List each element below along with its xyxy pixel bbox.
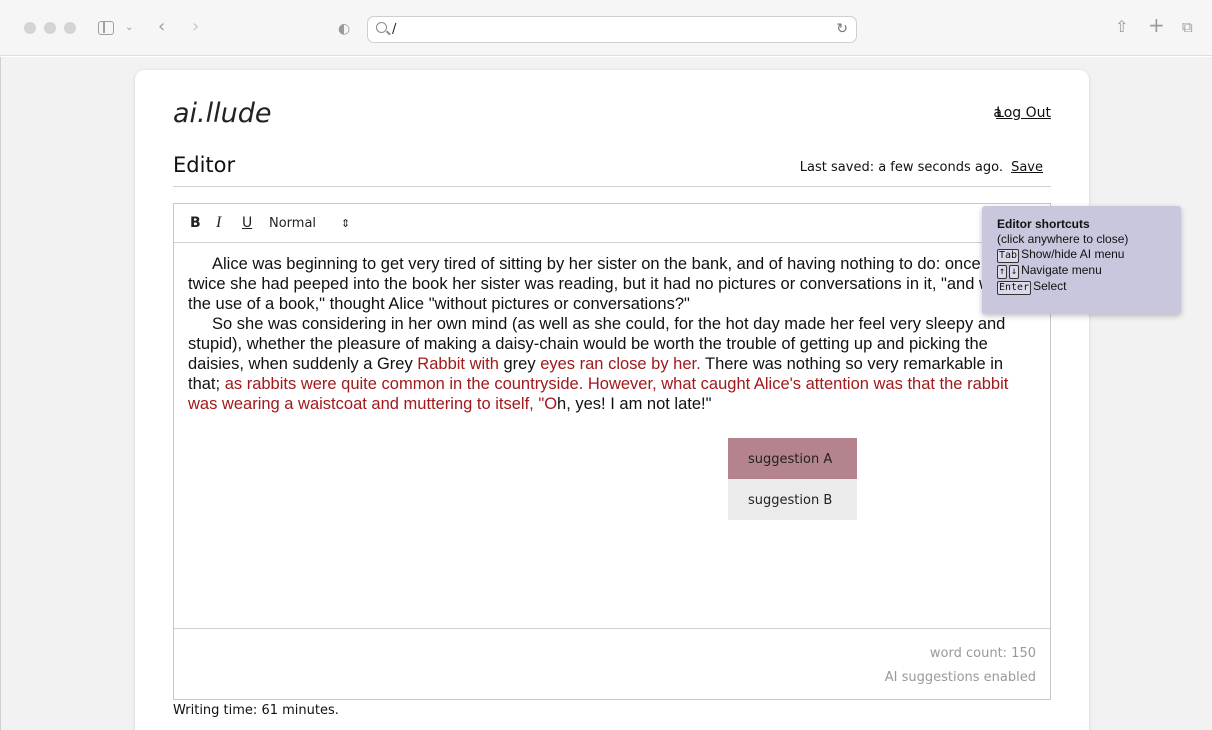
zoom-window-icon[interactable]: [64, 22, 76, 34]
editor-text-area[interactable]: Alice was beginning to get very tired of…: [188, 254, 1038, 414]
shortcut-row: ↑ ↓ Navigate menu: [997, 263, 1181, 279]
bold-button[interactable]: B: [190, 215, 201, 231]
paragraph-2: So she was considering in her own mind (…: [188, 314, 1038, 414]
tab-key: Tab: [997, 249, 1020, 263]
editor-footer: word count: 150 AI suggestions enabled: [174, 628, 1050, 700]
select-arrows-icon[interactable]: ⇕: [341, 217, 350, 230]
address-bar[interactable]: / ↻: [367, 16, 857, 43]
suggestion-item[interactable]: suggestion A: [728, 438, 857, 479]
new-tab-icon[interactable]: +: [1148, 15, 1165, 35]
chevron-down-icon[interactable]: ⌄: [125, 20, 133, 36]
save-link[interactable]: Save: [1011, 160, 1043, 175]
shield-icon[interactable]: ◐: [338, 21, 350, 37]
shortcuts-subtitle: (click anywhere to close): [997, 232, 1129, 246]
app-logo[interactable]: ai.llude: [173, 98, 272, 129]
editor-box: B I U Normal ⇕ Alice was beginning to ge…: [173, 203, 1051, 700]
shortcuts-title: Editor shortcuts: [997, 217, 1090, 231]
window-edge: [0, 57, 8, 730]
suggestion-menu: suggestion A suggestion B: [728, 438, 857, 520]
browser-toolbar: ⌄ ‹ › ◐ / ↻ ⇧ + ⧉: [0, 0, 1212, 56]
search-icon: [376, 22, 387, 33]
shortcut-desc: Show/hide AI menu: [1021, 247, 1125, 261]
shortcut-row: Enter Select: [997, 279, 1181, 295]
format-select[interactable]: Normal: [269, 216, 316, 231]
last-saved-status: Last saved: a few seconds ago.: [799, 160, 1003, 175]
word-count: word count: 150: [929, 646, 1036, 661]
forward-icon[interactable]: ›: [192, 18, 199, 36]
shortcut-desc: Select: [1033, 279, 1067, 293]
url-text: /: [392, 22, 397, 37]
paragraph-1: Alice was beginning to get very tired of…: [188, 255, 1031, 313]
divider: [173, 186, 1051, 187]
writing-time: Writing time: 61 minutes.: [173, 703, 339, 718]
italic-button[interactable]: I: [216, 214, 221, 232]
ai-text: Rabbit with: [417, 355, 499, 373]
shortcuts-panel[interactable]: Editor shortcuts (click anywhere to clos…: [982, 206, 1181, 314]
page-title: Editor: [173, 153, 236, 177]
reload-icon[interactable]: ↻: [836, 21, 848, 37]
down-arrow-key: ↓: [1009, 265, 1020, 279]
underline-button[interactable]: U: [242, 215, 252, 231]
logout-link[interactable]: Log Out: [996, 105, 1051, 121]
tabs-overview-icon[interactable]: ⧉: [1182, 19, 1193, 35]
enter-key: Enter: [997, 281, 1032, 295]
shortcut-row: Tab Show/hide AI menu: [997, 247, 1181, 263]
close-window-icon[interactable]: [24, 22, 36, 34]
shortcut-desc: Navigate menu: [1021, 263, 1102, 277]
ai-status: AI suggestions enabled: [884, 670, 1036, 685]
ai-text: eyes ran close by her.: [540, 355, 701, 373]
plain-text: grey: [498, 355, 541, 373]
share-icon[interactable]: ⇧: [1115, 19, 1128, 35]
plain-text: h, yes! I am not late!": [557, 395, 712, 413]
sidebar-toggle-icon[interactable]: [98, 21, 114, 35]
up-arrow-key: ↑: [997, 265, 1008, 279]
minimize-window-icon[interactable]: [44, 22, 56, 34]
formatting-toolbar: B I U Normal ⇕: [174, 204, 1050, 243]
suggestion-item[interactable]: suggestion B: [728, 479, 857, 520]
app-card: ai.llude a Log Out Editor Last saved: a …: [135, 70, 1089, 730]
back-icon[interactable]: ‹: [158, 18, 165, 36]
